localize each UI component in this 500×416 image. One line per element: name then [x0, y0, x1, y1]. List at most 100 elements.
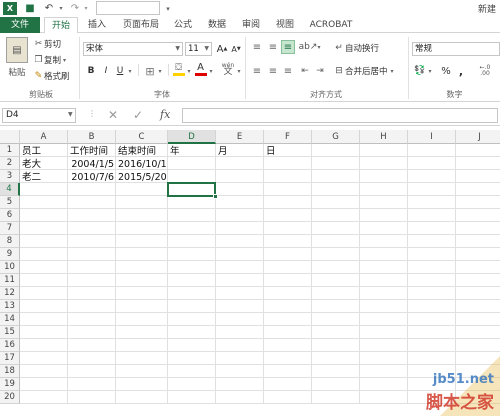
font-size-combo[interactable]: 11 ▼ — [185, 42, 212, 56]
tab-review[interactable]: 审阅 — [236, 17, 266, 33]
copy-dropdown-icon[interactable]: ▾ — [63, 57, 66, 64]
name-box-dropdown-icon[interactable]: ▼ — [68, 111, 73, 118]
wrap-text-button[interactable]: ↵ 自动换行 — [333, 42, 379, 54]
align-middle-icon[interactable]: ≡ — [266, 40, 280, 54]
underline-button[interactable]: U — [114, 64, 126, 78]
cell-a2[interactable]: 老大 — [22, 158, 66, 171]
worksheet-grid[interactable]: ABCDEFGHIJ 1 2 3 4 5 6 7 8 9 10 11 12 13 14 15 16 17 18 19… — [0, 130, 500, 416]
row-header-19[interactable]: 19 — [0, 378, 20, 391]
currency-icon[interactable]: 💱 — [413, 64, 427, 78]
enter-icon[interactable]: ✓ — [133, 108, 143, 122]
cell-b1[interactable]: 工作时间 — [70, 145, 114, 158]
row-header-13[interactable]: 13 — [0, 300, 20, 313]
row-header-15[interactable]: 15 — [0, 326, 20, 339]
row-header-5[interactable]: 5 — [0, 196, 20, 209]
align-center-icon[interactable]: ≡ — [266, 64, 280, 78]
orientation-dropdown-icon[interactable]: ▾ — [316, 40, 322, 54]
number-format-combo[interactable]: 常规 — [412, 42, 500, 56]
name-box[interactable]: D4 — [2, 108, 76, 123]
row-header-14[interactable]: 14 — [0, 313, 20, 326]
phonetic-dropdown-icon[interactable]: ▾ — [236, 64, 242, 78]
redo-icon[interactable]: ↷ — [68, 2, 82, 15]
percent-button[interactable]: % — [440, 64, 452, 78]
comma-button[interactable]: , — [456, 64, 466, 78]
tab-formulas[interactable]: 公式 — [168, 17, 198, 33]
borders-dropdown-icon[interactable]: ▾ — [157, 64, 163, 78]
fill-color-button[interactable]: ⛋ — [172, 62, 185, 76]
format-painter-button[interactable]: ✎ 格式刷 — [33, 70, 70, 82]
shrink-font-button[interactable]: A ▼ — [230, 42, 242, 56]
paste-button[interactable]: ▤ 粘贴 — [4, 37, 30, 83]
font-color-dropdown-icon[interactable]: ▾ — [208, 64, 214, 78]
font-color-button[interactable]: A — [194, 62, 207, 76]
row-header-4[interactable]: 4 — [0, 183, 20, 196]
select-all-corner[interactable] — [0, 130, 20, 144]
cut-button[interactable]: ✂ 剪切 — [33, 38, 61, 50]
column-header-j[interactable]: J — [456, 130, 500, 144]
cancel-icon[interactable]: ✕ — [108, 108, 118, 122]
cell-c1[interactable]: 结束时间 — [118, 145, 166, 158]
qat-customize-icon[interactable]: ▾ — [164, 2, 172, 15]
column-header-b[interactable]: B — [68, 130, 116, 144]
bold-button[interactable]: B — [85, 64, 97, 78]
tab-file[interactable]: 文件 — [0, 17, 40, 33]
column-header-i[interactable]: I — [408, 130, 456, 144]
row-header-7[interactable]: 7 — [0, 222, 20, 235]
borders-icon[interactable]: ⊞ — [143, 64, 157, 78]
cell-b2[interactable]: 2004/1/5 — [70, 158, 114, 171]
cell-d1[interactable]: 年 — [170, 145, 214, 158]
column-header-a[interactable]: A — [20, 130, 68, 144]
fill-dropdown-icon[interactable]: ▾ — [186, 64, 192, 78]
row-header-8[interactable]: 8 — [0, 235, 20, 248]
cell-f1[interactable]: 日 — [266, 145, 310, 158]
more-options-icon[interactable]: ⋮ — [88, 109, 96, 118]
align-bottom-icon[interactable]: ≡ — [281, 40, 295, 54]
font-name-combo[interactable]: 宋体 ▼ — [83, 42, 183, 56]
row-header-10[interactable]: 10 — [0, 261, 20, 274]
decrease-indent-icon[interactable]: ⇤ — [298, 64, 312, 78]
row-header-1[interactable]: 1 — [0, 144, 20, 157]
column-header-f[interactable]: F — [264, 130, 312, 144]
tab-page-layout[interactable]: 页面布局 — [116, 17, 166, 33]
cell-c3[interactable]: 2015/5/20 — [118, 171, 167, 184]
tab-home[interactable]: 开始 — [44, 17, 78, 34]
tab-insert[interactable]: 插入 — [82, 17, 112, 33]
row-header-20[interactable]: 20 — [0, 391, 20, 404]
tab-acrobat[interactable]: ACROBAT — [306, 17, 356, 33]
column-header-e[interactable]: E — [216, 130, 264, 144]
formula-input[interactable] — [182, 108, 498, 123]
increase-decimal-icon[interactable]: ←.0.00 — [474, 64, 496, 78]
row-header-9[interactable]: 9 — [0, 248, 20, 261]
phonetic-button[interactable]: wén 文 — [219, 62, 237, 77]
copy-button[interactable]: ❐ 复制 ▾ — [33, 54, 66, 66]
cell-e1[interactable]: 月 — [218, 145, 262, 158]
column-header-g[interactable]: G — [312, 130, 360, 144]
tab-data[interactable]: 数据 — [202, 17, 232, 33]
insert-function-icon[interactable]: fx — [160, 108, 170, 121]
column-header-c[interactable]: C — [116, 130, 168, 144]
row-header-16[interactable]: 16 — [0, 339, 20, 352]
increase-indent-icon[interactable]: ⇥ — [313, 64, 327, 78]
row-header-18[interactable]: 18 — [0, 365, 20, 378]
cell-a1[interactable]: 员工 — [22, 145, 66, 158]
orientation-icon[interactable]: ab↗ — [299, 40, 318, 54]
row-header-12[interactable]: 12 — [0, 287, 20, 300]
cell-b3[interactable]: 2010/7/6 — [70, 171, 114, 184]
qat-input[interactable] — [96, 1, 160, 15]
grow-font-button[interactable]: A ▲ — [216, 42, 228, 56]
italic-button[interactable]: I — [100, 64, 112, 78]
redo-dropdown-icon[interactable]: ▾ — [83, 2, 89, 15]
row-header-2[interactable]: 2 — [0, 157, 20, 170]
save-icon[interactable]: ■ — [24, 2, 36, 15]
align-right-icon[interactable]: ≡ — [281, 64, 295, 78]
currency-dropdown-icon[interactable]: ▾ — [427, 64, 433, 78]
row-header-11[interactable]: 11 — [0, 274, 20, 287]
cell-c2[interactable]: 2016/10/1 — [118, 158, 167, 171]
align-left-icon[interactable]: ≡ — [250, 64, 264, 78]
merge-dropdown-icon[interactable]: ▾ — [391, 68, 394, 75]
row-header-6[interactable]: 6 — [0, 209, 20, 222]
undo-icon[interactable]: ↶ — [42, 2, 56, 15]
row-header-17[interactable]: 17 — [0, 352, 20, 365]
selected-cell-d4[interactable] — [167, 182, 216, 197]
row-header-3[interactable]: 3 — [0, 170, 20, 183]
